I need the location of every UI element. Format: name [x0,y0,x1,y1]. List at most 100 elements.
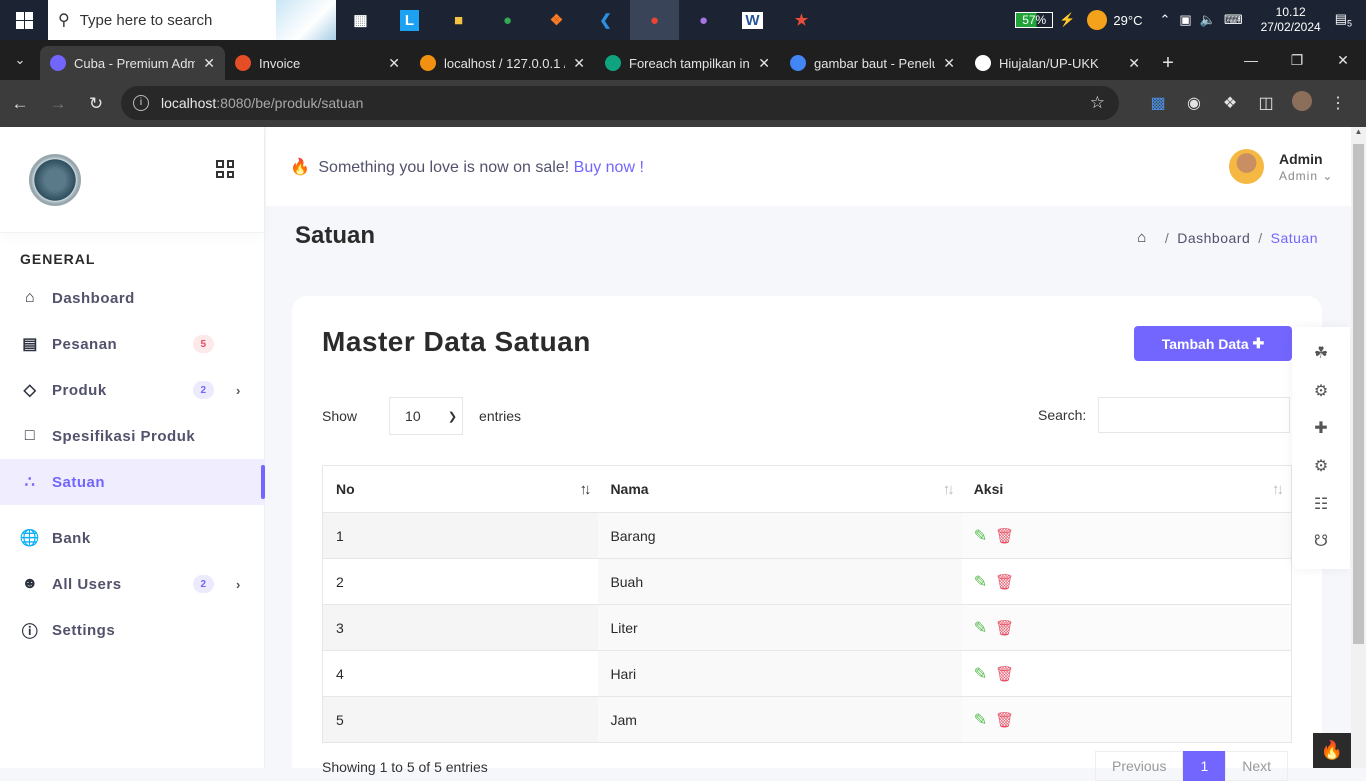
fire-icon[interactable]: 🔥 [1313,733,1351,768]
buy-now-link[interactable]: Buy now ! [574,159,644,176]
puzzle-icon[interactable]: ❖ [1212,93,1248,113]
bookmark-star-icon[interactable]: ☆ [1090,93,1105,113]
close-icon[interactable]: ✕ [388,55,400,72]
cell-no: 2 [336,573,344,590]
profile-icon[interactable] [1284,90,1320,116]
search-input[interactable] [1098,397,1291,433]
file-explorer-icon[interactable]: ■ [434,0,483,40]
clock[interactable]: 10.12 27/02/2024 [1261,5,1321,35]
close-icon[interactable]: ✕ [1128,55,1140,72]
launcher-app-icon[interactable]: L [385,0,434,40]
gear-icon[interactable]: ⚙ [1314,381,1328,419]
trash-icon[interactable]: 🗑 [995,711,1014,729]
network-icon[interactable]: ▣ [1179,12,1191,28]
edit-icon[interactable]: ✎ [974,710,987,730]
github-desktop-icon[interactable]: ● [679,0,728,40]
grid-icon[interactable] [216,160,234,178]
edit-icon[interactable]: ✎ [974,572,987,592]
page-size-select[interactable]: 10 ❯ [389,397,464,435]
basket-icon: ▤ [22,336,38,353]
sidebar-item-bank[interactable]: 🌐 Bank [0,515,265,561]
medical-kit-icon[interactable]: ✚ [1314,418,1327,456]
add-data-button[interactable]: Tambah Data ✚ [1134,326,1292,361]
battery-indicator[interactable]: 57% [1015,12,1054,28]
close-icon[interactable]: ✕ [573,55,585,72]
column-header-no[interactable]: No ↑↓ [323,466,598,512]
next-button[interactable]: Next [1225,751,1289,781]
task-view-icon[interactable]: ▦ [336,0,385,40]
forward-icon[interactable]: → [40,86,76,122]
tab-cuba[interactable]: Cuba - Premium Adm ✕ [40,46,225,80]
side-panel-icon[interactable]: ◫ [1248,93,1284,113]
scrollbar-thumb[interactable] [1353,144,1364,644]
notification-icon[interactable]: ▤5 [1335,11,1352,29]
chrome-active-icon[interactable]: ● [630,0,679,40]
tab-search-icon[interactable]: ⌄ [0,40,40,80]
previous-button[interactable]: Previous [1095,751,1184,781]
windows-start-icon[interactable] [0,0,48,40]
home-icon[interactable]: ⌂ [1137,229,1147,246]
tab-google[interactable]: gambar baut - Penelu ✕ [780,46,965,80]
menu-icon[interactable]: ⋮ [1320,93,1356,113]
word-icon[interactable]: W [728,0,777,40]
table-row: 2 Buah ✎ 🗑 [323,558,1291,604]
tab-chatgpt[interactable]: Foreach tampilkan in ✕ [595,46,780,80]
column-header-aksi[interactable]: Aksi ↑↓ [962,466,1291,512]
trash-icon[interactable]: 🗑 [995,573,1014,591]
keyboard-icon[interactable]: ⌨ [1224,12,1243,28]
trash-icon[interactable]: 🗑 [995,527,1014,545]
address-bar[interactable]: i localhost:8080/be/produk/satuan ☆ [121,86,1119,120]
sourcetree-icon[interactable]: ★ [777,0,826,40]
sidebar-item-pesanan[interactable]: ▤ Pesanan 5 [0,321,265,367]
restore-icon[interactable]: ❐ [1274,40,1320,80]
site-info-icon[interactable]: i [133,95,149,111]
home-icon: ⌂ [24,289,36,306]
edit-icon[interactable]: ✎ [974,618,987,638]
tab-title: gambar baut - Penelu [814,55,936,71]
column-header-nama[interactable]: Nama ↑↓ [598,466,961,512]
close-icon[interactable]: ✕ [943,55,955,72]
close-icon[interactable]: ✕ [203,55,215,72]
extension-icon[interactable]: ▩ [1140,93,1176,113]
sidebar-item-settings[interactable]: ⓘ Settings [0,607,265,653]
sliders-icon[interactable]: ☷ [1314,494,1328,532]
tab-phpmyadmin[interactable]: localhost / 127.0.0.1 / ✕ [410,46,595,80]
volume-icon[interactable]: 🔈 [1200,12,1216,28]
chrome-icon[interactable]: ● [483,0,532,40]
user-menu[interactable]: Admin Admin ⌄ [1229,149,1333,184]
extension-circle-icon[interactable]: ◉ [1176,93,1212,113]
vscode-icon[interactable]: ❮ [581,0,630,40]
sidebar-item-dashboard[interactable]: ⌂ Dashboard [0,275,265,321]
sidebar-item-all-users[interactable]: ☻ All Users 2 › [0,561,265,607]
weather-widget[interactable]: 29°C [1087,10,1142,30]
logo[interactable] [29,154,81,206]
chevron-up-icon[interactable]: ⌃ [1159,12,1170,28]
breadcrumb-dashboard[interactable]: Dashboard [1177,230,1250,246]
sidebar-item-produk[interactable]: ◇ Produk 2 › [0,367,265,413]
back-icon[interactable]: ← [2,86,38,122]
edit-icon[interactable]: ✎ [974,526,987,546]
trash-icon[interactable]: 🗑 [995,665,1014,683]
reload-icon[interactable]: ↻ [78,86,114,122]
sidebar-item-satuan[interactable]: ∴ Satuan [0,459,265,505]
trash-icon[interactable]: 🗑 [995,619,1014,637]
tab-favicon [975,55,991,71]
sidebar-item-label: All Users [52,575,122,593]
close-window-icon[interactable]: ✕ [1320,40,1366,80]
edit-icon[interactable]: ✎ [974,664,987,684]
cart-icon[interactable]: ☋ [1314,531,1328,569]
scroll-up-icon[interactable]: ▲ [1351,127,1366,144]
tab-github[interactable]: Hiujalan/UP-UKK ✕ [965,46,1150,80]
tab-invoice[interactable]: Invoice ✕ [225,46,410,80]
page-scrollbar[interactable]: ▲ [1351,127,1366,768]
gear-icon[interactable]: ⚙ [1314,456,1328,494]
paint-bucket-icon[interactable]: ☘ [1314,343,1328,381]
close-icon[interactable]: ✕ [758,55,770,72]
new-tab-button[interactable]: + [1150,46,1186,80]
xampp-icon[interactable]: ❖ [532,0,581,40]
extensions-area: ▩ ◉ ❖ ◫ ⋮ [1140,86,1356,120]
page-1-button[interactable]: 1 [1183,751,1226,781]
taskbar-search[interactable]: ⚲ Type here to search [48,0,336,40]
sidebar-item-spesifikasi-produk[interactable]: □ Spesifikasi Produk [0,413,265,459]
minimize-icon[interactable]: — [1228,40,1274,80]
